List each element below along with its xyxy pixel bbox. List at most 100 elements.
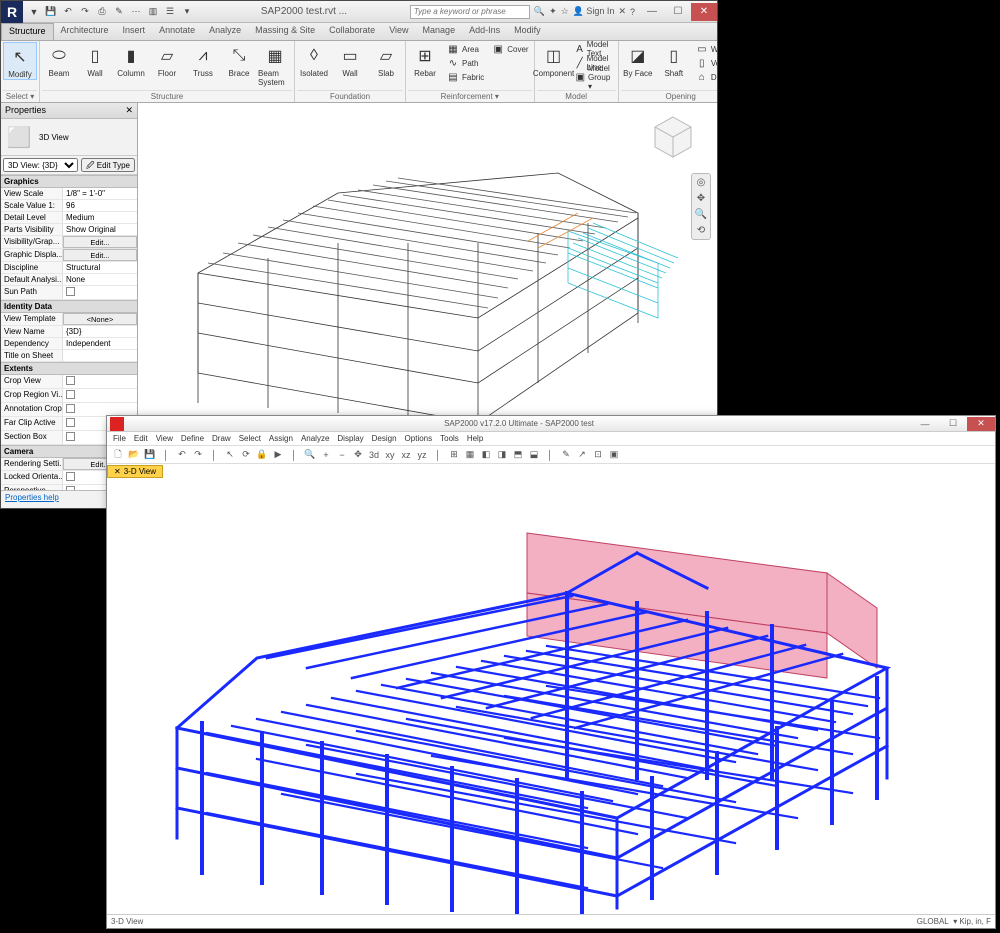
menu-tools[interactable]: Tools (440, 434, 459, 443)
sap-3d-viewport[interactable] (107, 478, 995, 914)
component-button[interactable]: ◫Component (537, 42, 571, 78)
edit-type-button[interactable]: 🖉 Edit Type (81, 158, 135, 172)
pointer-icon[interactable]: ↖ (223, 448, 237, 462)
save-icon[interactable]: 💾 (44, 5, 58, 19)
measure-icon[interactable]: ✎ (112, 5, 126, 19)
tab-annotate[interactable]: Annotate (152, 23, 202, 40)
menu-design[interactable]: Design (372, 434, 397, 443)
menu-edit[interactable]: Edit (134, 434, 148, 443)
property-category[interactable]: Extents (1, 362, 137, 375)
checkbox[interactable] (66, 432, 75, 441)
tab-collaborate[interactable]: Collaborate (322, 23, 382, 40)
property-row[interactable]: DisciplineStructural (1, 262, 137, 274)
open-icon[interactable]: ▼ (27, 5, 41, 19)
checkbox[interactable] (66, 390, 75, 399)
tool-icon[interactable]: ▦ (463, 448, 477, 462)
print-icon[interactable]: ⎙ (95, 5, 109, 19)
tab-addins[interactable]: Add-Ins (462, 23, 507, 40)
property-edit-button[interactable]: Edit... (63, 249, 137, 261)
maximize-button[interactable]: ☐ (665, 3, 691, 21)
zoom-out-icon[interactable]: − (335, 448, 349, 462)
zoom-icon[interactable]: 🔍 (303, 448, 317, 462)
modify-button[interactable]: ↖Modify (3, 42, 37, 80)
status-units[interactable]: ▾ Kip, in, F (953, 917, 991, 926)
property-row[interactable]: Graphic Displa...Edit... (1, 249, 137, 262)
checkbox[interactable] (66, 376, 75, 385)
pan-icon[interactable]: ✥ (351, 448, 365, 462)
tab-view[interactable]: View (382, 23, 415, 40)
path-button[interactable]: ∿Path (444, 56, 487, 70)
orbit-icon[interactable]: ⟲ (697, 225, 705, 236)
menu-assign[interactable]: Assign (269, 434, 293, 443)
tool-icon[interactable]: ↗ (575, 448, 589, 462)
navigation-bar[interactable]: ◎ ✥ 🔍 ⟲ (691, 173, 711, 240)
fabric-button[interactable]: ▤Fabric (444, 70, 487, 84)
sap-view-tab[interactable]: ✕3-D View (107, 465, 163, 478)
sap-minimize-button[interactable]: — (911, 417, 939, 431)
redo-icon[interactable]: ↷ (78, 5, 92, 19)
menu-select[interactable]: Select (239, 434, 261, 443)
menu-analyze[interactable]: Analyze (301, 434, 329, 443)
redo-icon[interactable]: ↷ (191, 448, 205, 462)
signin-button[interactable]: 👤 Sign In (573, 6, 615, 17)
fwall-button[interactable]: ▭Wall (333, 42, 367, 78)
tab-modify[interactable]: Modify (507, 23, 548, 40)
rebar-button[interactable]: ⊞Rebar (408, 42, 442, 78)
cover-button[interactable]: ▣Cover (489, 42, 531, 56)
qat-icon[interactable]: ⋯ (129, 5, 143, 19)
tab-manage[interactable]: Manage (416, 23, 463, 40)
property-row[interactable]: View Name{3D} (1, 326, 137, 338)
checkbox[interactable] (66, 418, 75, 427)
tab-structure[interactable]: Structure (1, 23, 54, 40)
property-row[interactable]: Sun Path (1, 286, 137, 300)
property-row[interactable]: Visibility/Grap...Edit... (1, 236, 137, 249)
minimize-button[interactable]: — (639, 3, 665, 21)
pan-icon[interactable]: ✥ (697, 193, 705, 204)
shaft-button[interactable]: ▯Shaft (657, 42, 691, 78)
subscription-icon[interactable]: ✦ (549, 6, 557, 17)
type-selector[interactable]: ⬜ 3D View (1, 119, 137, 156)
tool-icon[interactable]: ⊞ (447, 448, 461, 462)
qat-dropdown-icon[interactable]: ▾ (180, 5, 194, 19)
menu-file[interactable]: File (113, 434, 126, 443)
property-row[interactable]: View Scale1/8" = 1'-0" (1, 188, 137, 200)
tool-icon[interactable]: ⬓ (527, 448, 541, 462)
area-button[interactable]: ▦Area (444, 42, 487, 56)
zoom-in-icon[interactable]: + (319, 448, 333, 462)
viewcube[interactable] (649, 113, 697, 161)
byface-button[interactable]: ◪By Face (621, 42, 655, 78)
menu-help[interactable]: Help (467, 434, 483, 443)
exchange-icon[interactable]: ✕ (618, 6, 626, 17)
beamsystem-button[interactable]: ▦Beam System (258, 42, 292, 87)
favorite-icon[interactable]: ☆ (561, 6, 569, 17)
undo-icon[interactable]: ↶ (61, 5, 75, 19)
property-row[interactable]: DependencyIndependent (1, 338, 137, 350)
refresh-icon[interactable]: ⟳ (239, 448, 253, 462)
revit-app-icon[interactable]: R (1, 1, 23, 23)
qat-icon[interactable]: ☰ (163, 5, 177, 19)
property-edit-button[interactable]: <None> (63, 313, 137, 325)
property-edit-button[interactable]: Edit... (63, 236, 137, 248)
checkbox[interactable] (66, 287, 75, 296)
property-row[interactable]: Crop Region Vi... (1, 389, 137, 403)
beam-button[interactable]: ⬭Beam (42, 42, 76, 78)
wall-button[interactable]: ▯Wall (78, 42, 112, 78)
xy-icon[interactable]: xy (383, 448, 397, 462)
steering-wheel-icon[interactable]: ◎ (697, 177, 706, 188)
menu-define[interactable]: Define (181, 434, 204, 443)
tab-massing[interactable]: Massing & Site (248, 23, 322, 40)
tool-icon[interactable]: ◨ (495, 448, 509, 462)
modelgroup-button[interactable]: ▣Model Group ▾ (573, 70, 616, 84)
property-row[interactable]: Title on Sheet (1, 350, 137, 362)
slab-button[interactable]: ▱Slab (369, 42, 403, 78)
truss-button[interactable]: ⩘Truss (186, 42, 220, 78)
vertical-button[interactable]: ▯Vertical (693, 56, 718, 70)
menu-draw[interactable]: Draw (212, 434, 231, 443)
help-search-input[interactable] (410, 5, 530, 19)
dormer-button[interactable]: ⌂Dormer (693, 70, 718, 84)
xz-icon[interactable]: xz (399, 448, 413, 462)
tool-icon[interactable]: ⬒ (511, 448, 525, 462)
view-selector[interactable]: 3D View: {3D} (3, 158, 78, 172)
lock-icon[interactable]: 🔒 (255, 448, 269, 462)
floor-button[interactable]: ▱Floor (150, 42, 184, 78)
